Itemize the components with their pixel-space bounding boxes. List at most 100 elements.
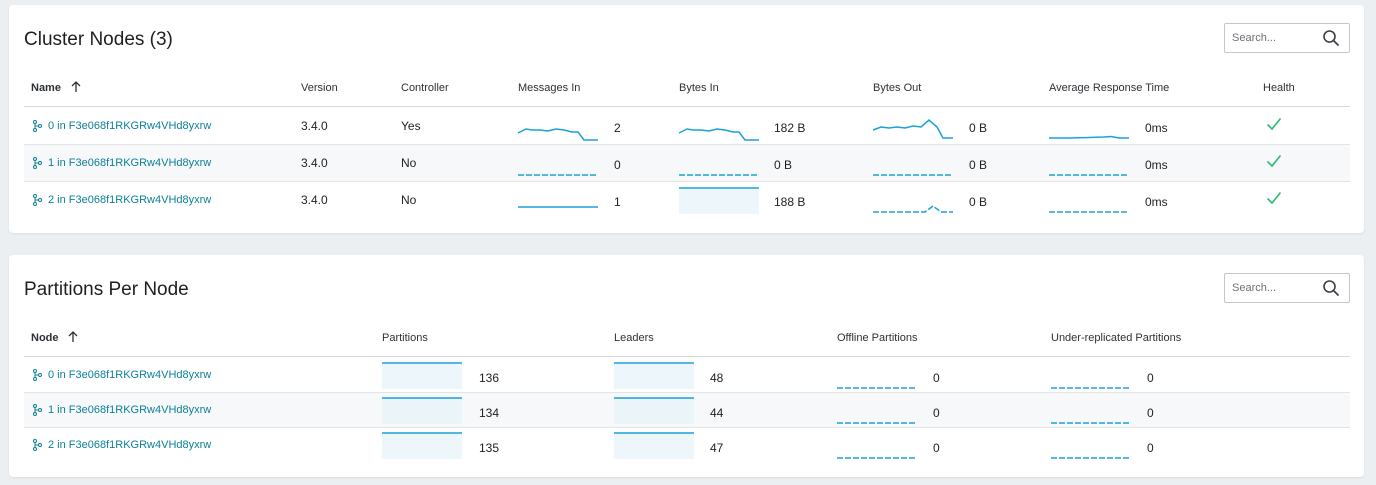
cluster-nodes-search[interactable] [1224, 23, 1350, 53]
partitions-header-row: Node Partitions Leaders Offline Partitio… [24, 321, 1350, 357]
partitions-sparkline [382, 397, 462, 424]
messages-in-value: 1 [614, 195, 621, 209]
node-link[interactable]: 1 in F3e068f1RKGRw4VHd8yxrw [48, 404, 211, 416]
cluster-nodes-panel: Cluster Nodes (3) Name Version Controlle… [9, 5, 1364, 233]
col-health-header[interactable]: Health [1263, 82, 1295, 94]
col-under-replicated-header[interactable]: Under-replicated Partitions [1051, 332, 1181, 344]
node-link[interactable]: 0 in F3e068f1RKGRw4VHd8yxrw [48, 369, 211, 381]
node-icon [33, 439, 42, 451]
node-link[interactable]: 0 in F3e068f1RKGRw4VHd8yxrw [48, 120, 211, 132]
table-row: 2 in F3e068f1RKGRw4VHd8yxrw 135 47 0 0 [24, 428, 1350, 463]
offline-sparkline [837, 387, 917, 389]
controller-cell: No [401, 156, 417, 170]
messages-in-sparkline [518, 206, 598, 208]
bytes-in-value: 182 B [774, 121, 806, 135]
controller-cell: Yes [401, 119, 421, 133]
bytes-in-sparkline [679, 187, 759, 214]
node-icon [33, 404, 42, 416]
leaders-value: 47 [710, 441, 724, 455]
bytes-out-sparkline [873, 205, 953, 213]
checkmark-icon [1266, 117, 1282, 131]
col-offline-header[interactable]: Offline Partitions [837, 332, 918, 344]
version-cell: 3.4.0 [301, 119, 328, 133]
col-node-header[interactable]: Node [31, 332, 59, 344]
messages-in-value: 2 [614, 121, 621, 135]
messages-in-sparkline [518, 174, 598, 176]
node-link[interactable]: 2 in F3e068f1RKGRw4VHd8yxrw [48, 439, 211, 451]
search-icon[interactable] [1322, 29, 1340, 47]
leaders-sparkline [614, 397, 694, 424]
messages-in-sparkline [517, 128, 598, 141]
avg-response-sparkline [1049, 135, 1129, 139]
under-replicated-sparkline [1051, 457, 1131, 459]
leaders-value: 48 [710, 371, 724, 385]
version-cell: 3.4.0 [301, 156, 328, 170]
under-replicated-value: 0 [1147, 371, 1154, 385]
checkmark-icon [1266, 154, 1282, 168]
arrow-up-icon[interactable] [69, 80, 83, 94]
under-replicated-sparkline [1051, 422, 1131, 424]
search-icon[interactable] [1322, 279, 1340, 297]
avg-response-value: 0ms [1145, 121, 1168, 135]
partitions-value: 134 [479, 406, 500, 420]
avg-response-value: 0ms [1145, 158, 1168, 172]
table-row: 1 in F3e068f1RKGRw4VHd8yxrw 134 44 0 0 [24, 393, 1350, 428]
offline-value: 0 [933, 406, 940, 420]
partitions-per-node-title: Partitions Per Node [24, 279, 189, 300]
col-bytes-in-header[interactable]: Bytes In [679, 82, 719, 94]
bytes-in-sparkline [678, 128, 759, 141]
col-bytes-out-header[interactable]: Bytes Out [873, 82, 921, 94]
bytes-out-sparkline [873, 174, 953, 176]
bytes-out-value: 0 B [969, 195, 988, 209]
node-icon [33, 369, 42, 381]
offline-value: 0 [933, 371, 940, 385]
bytes-out-value: 0 B [969, 121, 988, 135]
bytes-out-value: 0 B [969, 158, 988, 172]
version-cell: 3.4.0 [301, 193, 328, 207]
cluster-nodes-search-input[interactable] [1232, 30, 1317, 46]
table-row: 1 in F3e068f1RKGRw4VHd8yxrw 3.4.0 No 0 0… [24, 145, 1350, 182]
offline-sparkline [837, 422, 917, 424]
col-name-header[interactable]: Name [31, 82, 61, 94]
table-row: 0 in F3e068f1RKGRw4VHd8yxrw 136 48 0 0 [24, 358, 1350, 393]
col-avg-response-header[interactable]: Average Response Time [1049, 82, 1169, 94]
col-partitions-header[interactable]: Partitions [382, 332, 428, 344]
partitions-search[interactable] [1224, 273, 1350, 303]
avg-response-sparkline [1049, 211, 1129, 213]
partitions-per-node-panel: Partitions Per Node Node Partitions Lead… [9, 255, 1364, 477]
arrow-up-icon[interactable] [66, 330, 80, 344]
leaders-sparkline [614, 362, 694, 389]
table-row: 2 in F3e068f1RKGRw4VHd8yxrw 3.4.0 No 1 1… [24, 182, 1350, 219]
leaders-value: 44 [710, 406, 724, 420]
col-messages-in-header[interactable]: Messages In [518, 82, 580, 94]
col-version-header[interactable]: Version [301, 82, 338, 94]
cluster-nodes-title: Cluster Nodes (3) [24, 29, 173, 50]
col-leaders-header[interactable]: Leaders [614, 332, 654, 344]
table-row: 0 in F3e068f1RKGRw4VHd8yxrw 3.4.0 Yes 2 … [24, 108, 1350, 145]
bytes-out-sparkline [872, 119, 953, 139]
node-link[interactable]: 2 in F3e068f1RKGRw4VHd8yxrw [48, 194, 211, 206]
messages-in-value: 0 [614, 158, 621, 172]
avg-response-value: 0ms [1145, 195, 1168, 209]
bytes-in-sparkline [679, 174, 759, 176]
checkmark-icon [1266, 191, 1282, 205]
offline-sparkline [837, 457, 917, 459]
partitions-value: 135 [479, 441, 500, 455]
node-icon [33, 120, 42, 132]
leaders-sparkline [614, 432, 694, 459]
bytes-in-value: 188 B [774, 195, 806, 209]
node-icon [33, 194, 42, 206]
col-controller-header[interactable]: Controller [401, 82, 449, 94]
bytes-in-value: 0 B [774, 158, 793, 172]
partitions-sparkline [382, 432, 462, 459]
node-link[interactable]: 1 in F3e068f1RKGRw4VHd8yxrw [48, 157, 211, 169]
partitions-search-input[interactable] [1232, 280, 1317, 296]
under-replicated-value: 0 [1147, 441, 1154, 455]
partitions-value: 136 [479, 371, 500, 385]
node-icon [33, 157, 42, 169]
partitions-sparkline [382, 362, 462, 389]
controller-cell: No [401, 193, 417, 207]
cluster-nodes-header-row: Name Version Controller Messages In Byte… [24, 71, 1350, 107]
under-replicated-sparkline [1051, 387, 1131, 389]
under-replicated-value: 0 [1147, 406, 1154, 420]
